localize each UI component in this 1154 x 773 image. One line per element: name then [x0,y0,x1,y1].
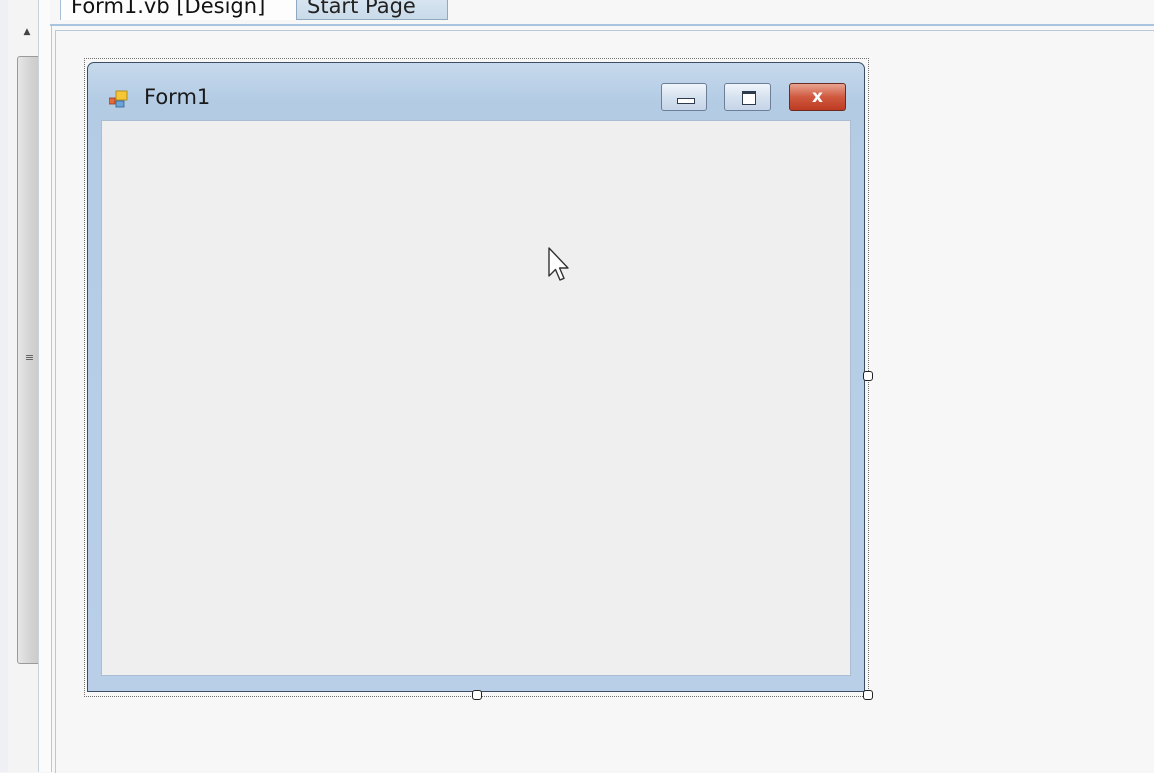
close-button[interactable]: x [789,83,846,111]
scroll-up-icon[interactable]: ▲ [18,22,36,42]
maximize-button[interactable] [724,83,771,111]
resize-handle-right[interactable] [863,371,873,381]
minimize-icon [677,98,695,104]
minimize-button[interactable] [661,83,707,111]
tab-start-page[interactable]: Start Page [296,0,448,20]
resize-handle-corner[interactable] [863,690,873,700]
form-client-area[interactable] [101,120,851,676]
form-titlebar[interactable]: Form1 x [88,63,864,118]
form-app-icon [109,90,128,108]
form-title: Form1 [144,85,211,109]
resize-handle-bottom[interactable] [472,690,482,700]
maximize-icon [742,91,756,105]
form-window[interactable]: Form1 x [87,62,865,692]
mouse-pointer-icon [548,247,569,281]
panel-divider [38,0,52,772]
vertical-scrollbar[interactable]: ▲ ≡ [8,0,42,772]
document-tabstrip: Form1.vb [Design] Start Page [50,0,1154,26]
close-icon: x [812,87,823,107]
tab-form1-design[interactable]: Form1.vb [Design] [60,0,298,20]
grip-icon: ≡ [24,351,35,364]
